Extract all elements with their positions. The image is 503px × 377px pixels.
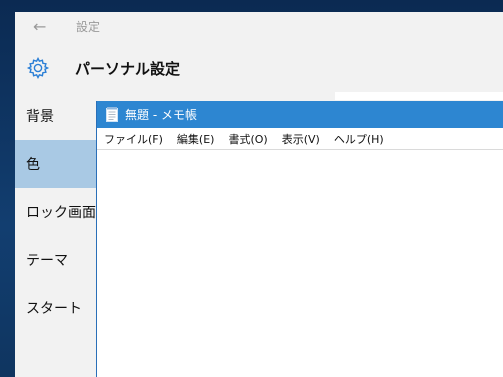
notepad-window: 無題 - メモ帳 ファイル(F) 編集(E) 書式(O) 表示(V) ヘルプ(H… [96, 101, 503, 377]
page-title: パーソナル設定 [75, 60, 181, 78]
menu-file[interactable]: ファイル(F) [97, 131, 170, 147]
nav-item-label: ロック画面 [26, 205, 96, 221]
menu-help[interactable]: ヘルプ(H) [327, 131, 391, 147]
nav-item-label: テーマ [26, 253, 68, 269]
settings-window-title: 設定 [76, 20, 101, 34]
nav-item-label: 背景 [26, 109, 54, 125]
back-arrow-icon[interactable]: ← [33, 17, 49, 37]
settings-titlebar: ← 設定 [15, 12, 503, 44]
settings-content-area [335, 92, 503, 100]
nav-item-colors[interactable]: 色 [15, 140, 96, 188]
notepad-titlebar[interactable]: 無題 - メモ帳 [97, 101, 503, 128]
notepad-menubar: ファイル(F) 編集(E) 書式(O) 表示(V) ヘルプ(H) [97, 128, 503, 150]
nav-item-label: スタート [26, 301, 82, 317]
nav-item-start[interactable]: スタート [15, 284, 96, 332]
nav-item-background[interactable]: 背景 [15, 92, 96, 140]
notepad-icon [106, 107, 118, 122]
menu-view[interactable]: 表示(V) [275, 131, 327, 147]
nav-item-label: 色 [26, 157, 40, 173]
settings-header: パーソナル設定 [15, 48, 503, 88]
settings-nav: 背景 色 ロック画面 テーマ スタート [15, 92, 96, 332]
nav-item-themes[interactable]: テーマ [15, 236, 96, 284]
menu-format[interactable]: 書式(O) [221, 131, 274, 147]
gear-icon [26, 56, 50, 80]
menu-edit[interactable]: 編集(E) [170, 131, 222, 147]
nav-item-lock-screen[interactable]: ロック画面 [15, 188, 96, 236]
notepad-title: 無題 - メモ帳 [125, 108, 197, 122]
notepad-text-area[interactable] [97, 150, 503, 377]
